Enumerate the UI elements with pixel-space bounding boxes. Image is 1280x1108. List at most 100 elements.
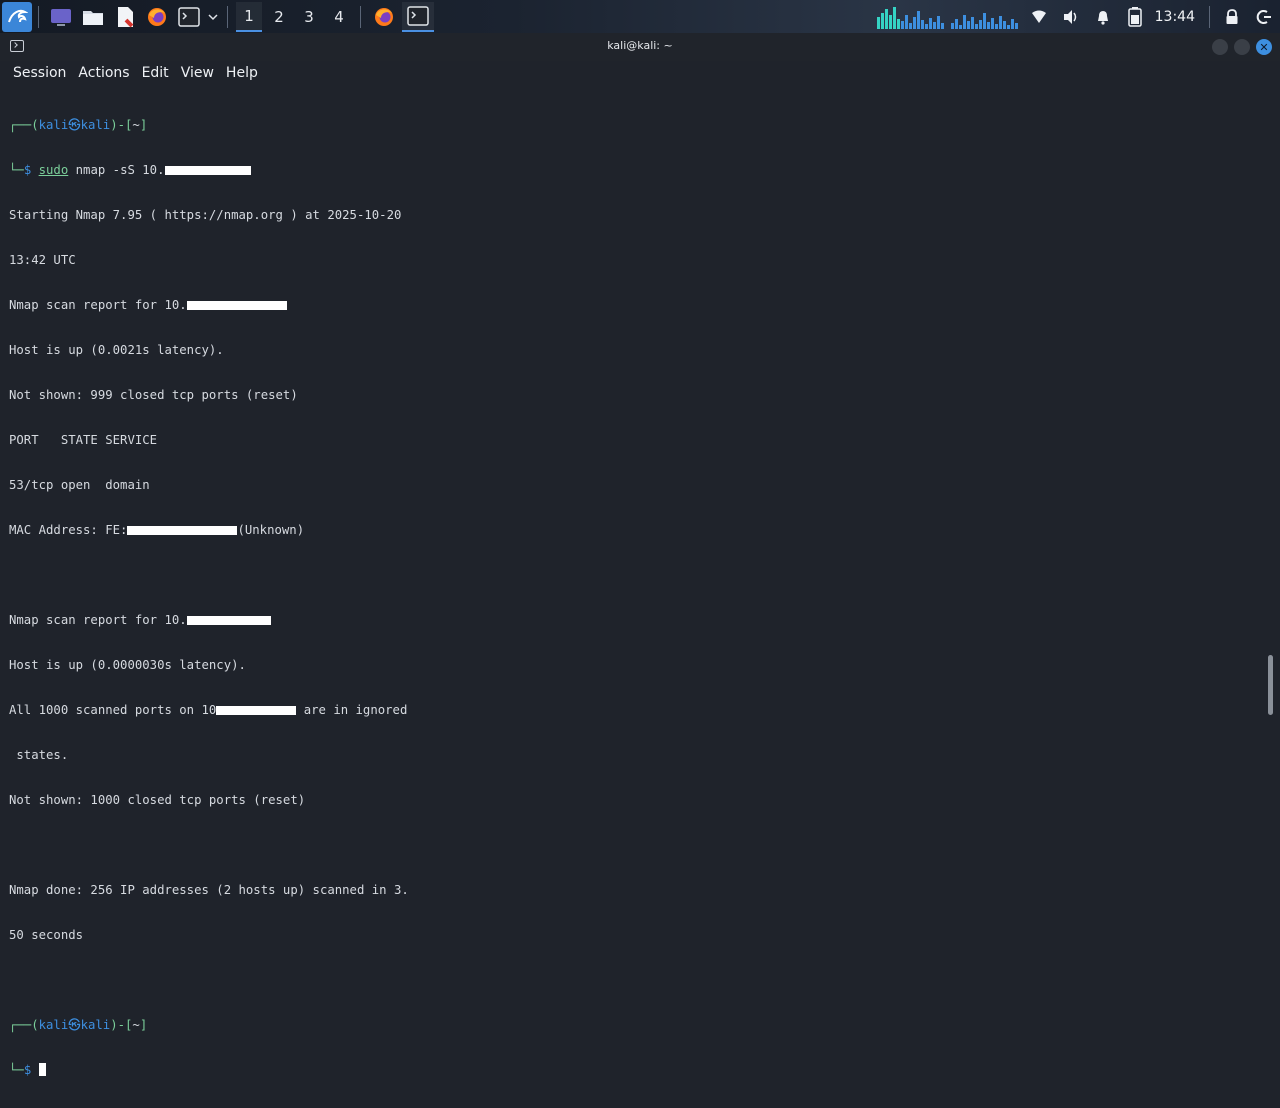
prompt-host: kali <box>80 118 111 132</box>
firefox-icon <box>375 7 393 26</box>
maximize-button[interactable] <box>1234 39 1250 55</box>
prompt-dir: ~ <box>132 1018 140 1032</box>
memory-graph <box>950 12 1018 29</box>
desktop-launcher[interactable] <box>49 5 73 29</box>
workspace-4[interactable]: 4 <box>326 2 352 32</box>
prompt-box-top: ┌──( <box>9 1018 39 1032</box>
terminal-launcher[interactable] <box>177 5 201 29</box>
close-button[interactable]: ✕ <box>1256 39 1272 55</box>
output-text: Nmap scan report for 10. <box>9 298 187 312</box>
folder-icon <box>83 10 103 25</box>
prompt-user: kali <box>38 118 69 132</box>
panel-separator <box>227 5 228 28</box>
network-tray[interactable] <box>1026 4 1052 30</box>
menu-session[interactable]: Session <box>13 65 66 81</box>
output-text: MAC Address: FE: <box>9 523 128 537</box>
firefox-launcher[interactable] <box>145 5 169 29</box>
output-line: Nmap scan report for 10. <box>9 613 1259 628</box>
prompt-host: kali <box>80 1018 111 1032</box>
output-text: Nmap scan report for 10. <box>9 613 187 627</box>
prompt-dir: ~ <box>132 118 140 132</box>
output-line: PORT STATE SERVICE <box>9 433 158 447</box>
taskbar-firefox[interactable] <box>368 2 400 32</box>
prompt-dollar: $ <box>23 1063 39 1077</box>
logout-icon <box>1256 9 1271 24</box>
prompt-box-bottom: └─ <box>9 163 24 177</box>
window-title: kali@kali: ~ <box>607 39 673 52</box>
workspace-2[interactable]: 2 <box>266 2 292 32</box>
notifications-tray[interactable] <box>1090 4 1116 30</box>
prompt-at: ㉿ <box>68 1018 81 1032</box>
output-line: Host is up (0.0021s latency). <box>9 343 224 357</box>
terminal-icon <box>178 6 200 27</box>
battery-tray[interactable] <box>1122 4 1148 30</box>
output-text: (Unknown) <box>237 523 305 537</box>
prompt-box-top: ┌──( <box>9 118 39 132</box>
output-line: Nmap scan report for 10. <box>9 298 1259 313</box>
desktop-icon <box>51 8 71 26</box>
command-text: nmap -sS 10. <box>68 163 165 177</box>
panel-clock[interactable]: 13:44 <box>1155 9 1195 25</box>
panel-separator <box>38 5 39 28</box>
panel-left: 1 2 3 4 <box>0 0 435 33</box>
workspace-1[interactable]: 1 <box>236 1 262 32</box>
prompt-at: ㉿ <box>68 118 81 132</box>
output-text: All 1000 scanned ports on 10 <box>9 703 217 717</box>
taskbar-terminal[interactable] <box>402 1 434 32</box>
text-editor-icon <box>118 6 134 27</box>
output-line: Starting Nmap 7.95 ( https://nmap.org ) … <box>9 208 402 222</box>
top-panel: 1 2 3 4 13:44 <box>0 0 1280 33</box>
logout-button[interactable] <box>1251 4 1277 30</box>
output-line: 50 seconds <box>9 928 84 942</box>
output-line: Not shown: 999 closed tcp ports (reset) <box>9 388 298 402</box>
output-line: states. <box>9 748 69 762</box>
wifi-icon <box>1031 10 1046 23</box>
scrollbar[interactable] <box>1268 655 1273 715</box>
menu-view[interactable]: View <box>181 65 214 81</box>
workspace-3[interactable]: 3 <box>296 2 322 32</box>
lock-icon <box>1226 8 1238 24</box>
chevron-down-icon <box>208 13 218 20</box>
battery-icon <box>1127 6 1142 27</box>
prompt-end: ] <box>139 1018 148 1032</box>
output-text: are in ignored <box>296 703 408 717</box>
output-line: 13:42 UTC <box>9 253 76 267</box>
window-titlebar[interactable]: kali@kali: ~ ✕ <box>0 33 1280 61</box>
prompt-end: ] <box>139 118 148 132</box>
menu-actions[interactable]: Actions <box>78 65 129 81</box>
panel-right: 13:44 <box>875 0 1280 33</box>
prompt-line-top: ┌──(kali㉿kali)-[~] <box>9 118 1259 133</box>
redacted-ip <box>186 616 271 625</box>
panel-separator <box>360 5 361 28</box>
redacted-ip <box>164 166 251 175</box>
lock-screen-button[interactable] <box>1219 4 1245 30</box>
kali-menu-button[interactable] <box>2 1 32 32</box>
redacted-ip <box>216 706 297 715</box>
menu-edit[interactable]: Edit <box>142 65 169 81</box>
launcher-dropdown[interactable] <box>207 5 219 29</box>
output-line: All 1000 scanned ports on 10 are in igno… <box>9 703 1259 718</box>
volume-tray[interactable] <box>1058 4 1084 30</box>
files-launcher[interactable] <box>81 5 105 29</box>
terminal-output[interactable]: ┌──(kali㉿kali)-[~] └─$ sudo nmap -sS 10.… <box>9 88 1259 1077</box>
prompt-user: kali <box>38 1018 69 1032</box>
terminal-window: kali@kali: ~ ✕ Session Actions Edit View… <box>0 33 1280 1077</box>
minimize-button[interactable] <box>1212 39 1228 55</box>
prompt-box-bottom: └─ <box>9 1063 24 1077</box>
command-sudo: sudo <box>38 163 69 177</box>
output-line: Nmap done: 256 IP addresses (2 hosts up)… <box>9 883 409 897</box>
prompt-line-command: └─$ sudo nmap -sS 10. <box>9 163 1259 178</box>
terminal-icon <box>407 5 429 26</box>
prompt-mid: )-[ <box>110 118 133 132</box>
output-line: 53/tcp open domain <box>9 478 150 492</box>
menu-help[interactable]: Help <box>226 65 258 81</box>
volume-icon <box>1063 9 1076 24</box>
panel-separator <box>1209 5 1210 28</box>
prompt-line-top: ┌──(kali㉿kali)-[~] <box>9 1018 1259 1033</box>
output-line: Host is up (0.0000030s latency). <box>9 658 246 672</box>
redacted-ip <box>186 301 287 310</box>
prompt-dollar: $ <box>23 163 39 177</box>
bell-icon <box>1097 10 1108 25</box>
editor-launcher[interactable] <box>113 5 137 29</box>
